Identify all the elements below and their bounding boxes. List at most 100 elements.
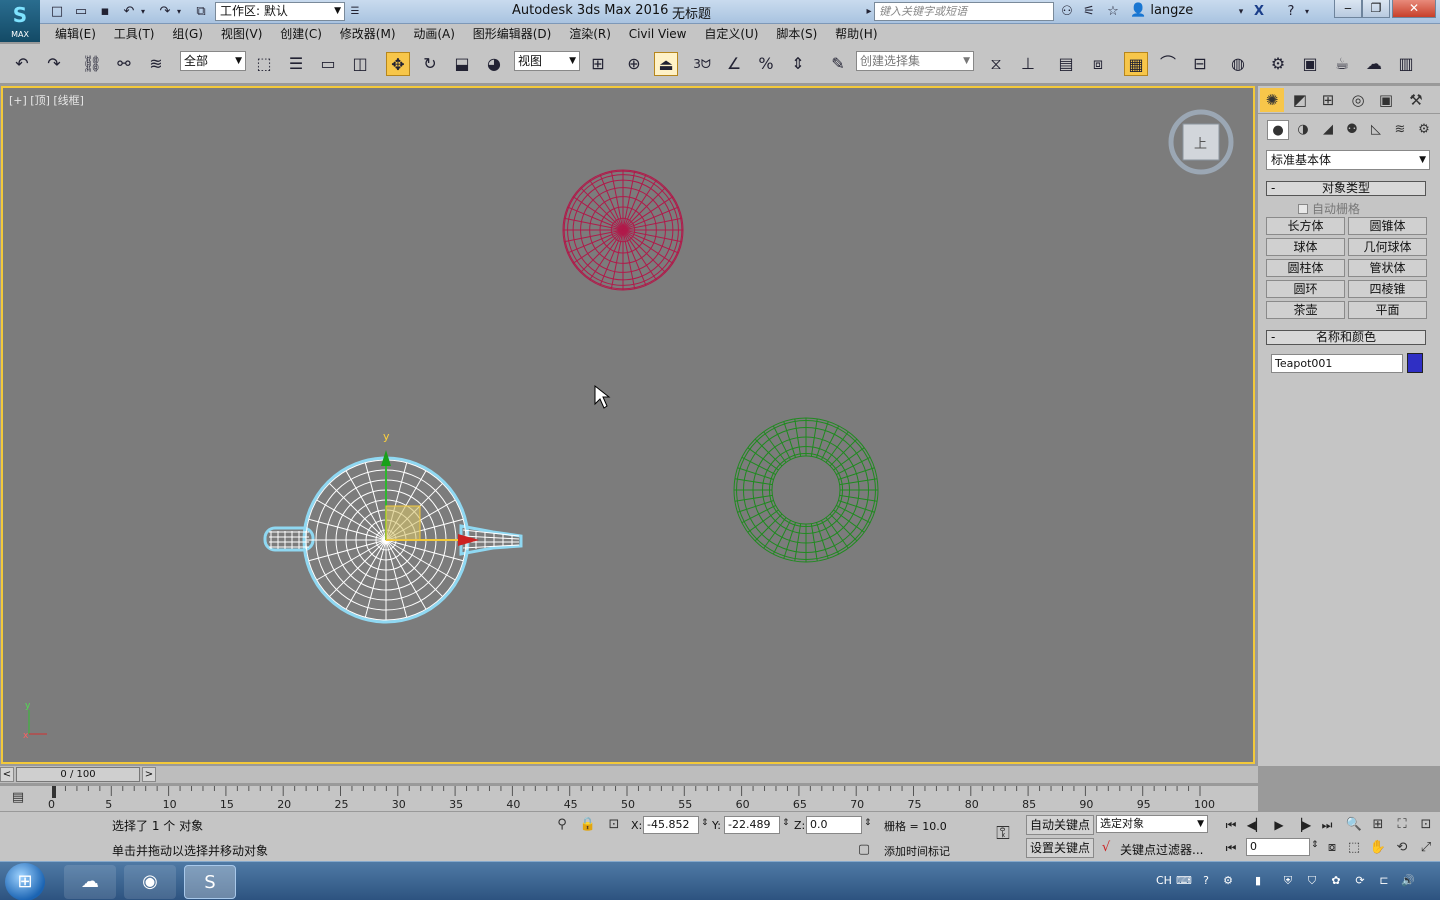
angle-snap-icon[interactable]: ∠ — [722, 52, 746, 76]
torus-wireframe[interactable] — [733, 417, 879, 563]
lights-icon[interactable]: ◢ — [1317, 120, 1339, 140]
current-frame-input[interactable]: 0 — [1246, 838, 1310, 856]
next-frame-button[interactable]: > — [142, 767, 156, 782]
menu-customize[interactable]: 自定义(U) — [697, 24, 765, 44]
time-configuration-icon[interactable]: ⧇ — [1322, 838, 1342, 858]
restore-button[interactable]: ❐ — [1362, 0, 1390, 18]
volume-icon[interactable]: 🔊 — [1400, 873, 1416, 889]
utilities-tab-icon[interactable]: ⚒ — [1404, 88, 1428, 112]
app-menu-button[interactable]: S MAX — [0, 0, 40, 42]
menu-group[interactable]: 组(G) — [165, 24, 210, 44]
cylinder-button[interactable]: 圆柱体 — [1266, 259, 1345, 277]
zoom-all-icon[interactable]: ⊞ — [1368, 815, 1388, 835]
input-language[interactable]: CH — [1156, 874, 1172, 887]
pivot-center-icon[interactable]: ⊞ — [586, 52, 610, 76]
select-object-icon[interactable]: ⬚ — [252, 52, 276, 76]
selection-filter-dropdown[interactable]: 全部 ▼ — [180, 51, 246, 71]
key-mode-toggle-icon[interactable]: ⏮ — [1220, 838, 1242, 858]
curve-editor-icon[interactable]: ⌒ — [1156, 52, 1180, 76]
time-tag-icon[interactable]: ▢ — [854, 840, 874, 860]
autogrid-checkbox[interactable]: 自动栅格 — [1298, 200, 1360, 217]
x-coordinate-input[interactable]: -45.852 — [643, 816, 699, 834]
selection-lock-icon[interactable]: 🔒 — [578, 815, 598, 835]
set-key-icon[interactable]: ⚿ — [990, 824, 1016, 844]
field-of-view-icon[interactable]: ⬚ — [1344, 838, 1364, 858]
redo-icon[interactable]: ↷ — [156, 3, 174, 21]
3ds-max-taskbar-icon[interactable]: S — [184, 865, 236, 899]
quick-access-menu-icon[interactable]: ☰ — [346, 3, 364, 21]
keyboard-shortcut-override-icon[interactable]: ⏏ — [654, 52, 678, 76]
systems-icon[interactable]: ⚙ — [1413, 120, 1435, 140]
toggle-scene-explorer-icon[interactable]: ⧈ — [1086, 52, 1110, 76]
window-crossing-icon[interactable]: ◫ — [348, 52, 372, 76]
isolate-selection-icon[interactable]: ⚲ — [552, 815, 572, 835]
space-warps-icon[interactable]: ≋ — [1389, 120, 1411, 140]
current-time-marker[interactable] — [52, 786, 56, 798]
exchange-icon[interactable]: X — [1250, 3, 1268, 21]
pan-icon[interactable]: ✋ — [1368, 838, 1388, 858]
select-and-move-icon[interactable]: ✥ — [386, 52, 410, 76]
network-icon[interactable]: ⊏ — [1376, 873, 1392, 889]
plane-button[interactable]: 平面 — [1348, 301, 1427, 319]
time-slider[interactable]: < 0 / 100 > — [0, 766, 1258, 783]
go-to-end-icon[interactable]: ⏭ — [1316, 815, 1338, 835]
workspace-dropdown[interactable]: 工作区: 默认 ▼ — [215, 2, 345, 21]
key-curve-icon[interactable]: √ — [1096, 838, 1116, 858]
z-coordinate-input[interactable]: 0.0 — [806, 816, 862, 834]
go-to-start-icon[interactable]: ⏮ — [1220, 815, 1242, 835]
previous-key-icon[interactable]: ◀▏ — [1245, 815, 1267, 835]
modify-tab-icon[interactable]: ◩ — [1288, 88, 1312, 112]
percent-snap-icon[interactable]: % — [754, 52, 778, 76]
viewcube[interactable]: 上 — [1168, 109, 1234, 175]
material-editor-icon[interactable]: ◍ — [1226, 52, 1250, 76]
object-type-rollout[interactable]: - 对象类型 — [1266, 181, 1426, 196]
menu-civil-view[interactable]: Civil View — [622, 24, 694, 44]
render-in-cloud-icon[interactable]: ☁ — [1362, 52, 1386, 76]
time-slider-thumb[interactable]: 0 / 100 — [16, 767, 140, 782]
rendered-frame-window-icon[interactable]: ▣ — [1298, 52, 1322, 76]
select-by-name-icon[interactable]: ☰ — [284, 52, 308, 76]
align-icon[interactable]: ⊥ — [1016, 52, 1040, 76]
y-spinner-icon[interactable]: ⇕ — [782, 818, 790, 828]
battery-icon[interactable]: ▮ — [1250, 873, 1266, 889]
object-name-input[interactable]: Teapot001 — [1271, 354, 1403, 373]
select-and-scale-icon[interactable]: ⬓ — [450, 52, 474, 76]
reference-coordinate-dropdown[interactable]: 视图 ▼ — [514, 51, 580, 71]
bind-space-warp-icon[interactable]: ≋ — [144, 52, 168, 76]
add-time-tag[interactable]: 添加时间标记 — [884, 843, 950, 859]
new-file-icon[interactable]: □ — [48, 3, 66, 21]
select-manipulate-icon[interactable]: ⊕ — [622, 52, 646, 76]
tray-settings-icon[interactable]: ⚙ — [1220, 873, 1236, 889]
close-button[interactable]: ✕ — [1392, 0, 1436, 18]
rectangular-selection-icon[interactable]: ▭ — [316, 52, 340, 76]
select-and-rotate-icon[interactable]: ↻ — [418, 52, 442, 76]
absolute-mode-icon[interactable]: ⊡ — [604, 815, 624, 835]
zoom-extents-icon[interactable]: ⛶ — [1392, 815, 1412, 835]
key-filters-button[interactable]: 关键点过滤器... — [1120, 841, 1203, 858]
display-tab-icon[interactable]: ▣ — [1374, 88, 1398, 112]
network-app-icon[interactable]: ☁ — [64, 865, 116, 899]
orbit-icon[interactable]: ⟲ — [1392, 838, 1412, 858]
select-and-place-icon[interactable]: ◕ — [482, 52, 506, 76]
geometry-category-dropdown[interactable]: 标准基本体 ▼ — [1266, 150, 1430, 170]
x-spinner-icon[interactable]: ⇕ — [701, 818, 709, 828]
menu-graph-editors[interactable]: 图形编辑器(D) — [466, 24, 559, 44]
menu-create[interactable]: 创建(C) — [273, 24, 329, 44]
redo-dropdown-icon[interactable]: ▾ — [174, 3, 184, 21]
sync-icon[interactable]: ⟳ — [1352, 873, 1368, 889]
tube-button[interactable]: 管状体 — [1348, 259, 1427, 277]
viewport-canvas[interactable]: 上 y x y — [3, 88, 1253, 762]
hierarchy-tab-icon[interactable]: ⊞ — [1316, 88, 1340, 112]
cone-button[interactable]: 圆锥体 — [1348, 217, 1427, 235]
open-file-icon[interactable]: ▭ — [72, 3, 90, 21]
sphere-button[interactable]: 球体 — [1266, 238, 1345, 256]
snap-toggle-icon[interactable]: 3ᗢ — [690, 52, 714, 76]
save-icon[interactable]: ▪ — [96, 3, 114, 21]
next-key-icon[interactable]: ▕▶ — [1291, 815, 1313, 835]
undo-icon[interactable]: ↶ — [120, 3, 138, 21]
security-icon[interactable]: ⛨ — [1280, 873, 1296, 889]
help-dropdown-icon[interactable]: ▾ — [1302, 3, 1312, 21]
user-account[interactable]: 👤 langze — [1130, 3, 1193, 18]
geometry-icon[interactable]: ● — [1267, 120, 1289, 140]
menu-edit[interactable]: 编辑(E) — [48, 24, 103, 44]
